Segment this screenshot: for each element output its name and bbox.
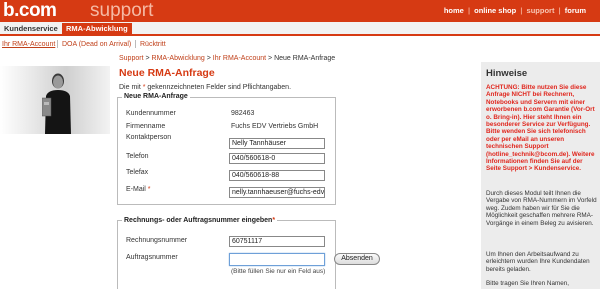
person-illustration bbox=[42, 73, 71, 134]
invoice-required-star: * bbox=[272, 217, 276, 224]
breadcrumb: Support > RMA-Abwicklung > Ihr RMA-Accou… bbox=[119, 55, 335, 62]
nav-online-shop-link[interactable]: online shop bbox=[474, 6, 516, 15]
nav-support-link[interactable]: support bbox=[527, 6, 555, 15]
breadcrumb-separator: > bbox=[204, 55, 213, 62]
telefax-label: Telefax bbox=[126, 169, 149, 176]
nav-separator: | bbox=[467, 6, 471, 15]
telefax-input[interactable]: 040/560618-88 bbox=[229, 170, 325, 181]
telefon-input[interactable]: 040/560618-0 bbox=[229, 153, 325, 164]
telefon-label: Telefon bbox=[126, 153, 149, 160]
subnav-doa-link[interactable]: DOA (Dead on Arrival) bbox=[62, 39, 131, 50]
email-label: E-Mail * bbox=[126, 186, 151, 193]
breadcrumb-support-link[interactable]: Support bbox=[119, 55, 144, 62]
page-title: Neue RMA-Anfrage bbox=[119, 67, 215, 79]
main-tab-bar: Kundenservice RMA-Abwicklung bbox=[0, 22, 600, 36]
nav-home-link[interactable]: home bbox=[444, 6, 464, 15]
new-rma-legend: Neue RMA-Anfrage bbox=[122, 93, 190, 100]
subnav-divider bbox=[135, 40, 136, 48]
hinweise-sidebar: Hinweise ACHTUNG: Bitte nutzen Sie diese… bbox=[481, 62, 600, 289]
absenden-button[interactable]: Absenden bbox=[334, 253, 380, 265]
subnav-ruecktritt-link[interactable]: Rücktritt bbox=[140, 39, 166, 50]
kundennummer-label: Kundennummer bbox=[126, 110, 176, 117]
subnav-rma-account-link[interactable]: Ihr RMA-Account bbox=[2, 39, 55, 50]
site-logo[interactable]: b.com bbox=[3, 0, 57, 22]
auftragsnummer-label: Auftragsnummer bbox=[126, 254, 178, 261]
rechnungsnummer-label: Rechnungsnummer bbox=[126, 237, 188, 244]
breadcrumb-rma-link[interactable]: RMA-Abwicklung bbox=[152, 55, 205, 62]
required-fields-hint: Die mit * gekennzeichneten Felder sind P… bbox=[119, 84, 291, 91]
breadcrumb-current: Neue RMA-Anfrage bbox=[274, 55, 336, 62]
kontaktperson-input[interactable]: Nelly Tannhäuser bbox=[229, 138, 325, 149]
single-field-hint: (Bitte füllen Sie nur ein Feld aus) bbox=[231, 268, 326, 275]
sidebar-info-text: Um Ihnen den Arbeitsaufwand zu erleichte… bbox=[486, 251, 590, 273]
sub-navigation: Ihr RMA-Account DOA (Dead on Arrival) Rü… bbox=[0, 38, 600, 50]
sidebar-info-text: Durch dieses Modul teilt Ihnen die Verga… bbox=[486, 190, 597, 227]
invoice-legend-text: Rechnungs- oder Auftragsnummer eingeben bbox=[124, 217, 273, 224]
email-required-star: * bbox=[147, 186, 151, 193]
tab-kundenservice[interactable]: Kundenservice bbox=[0, 23, 63, 36]
breadcrumb-account-link[interactable]: Ihr RMA-Account bbox=[213, 55, 266, 62]
sidebar-info-text: Bitte tragen Sie Ihren Namen, bbox=[486, 280, 569, 287]
nav-forum-link[interactable]: forum bbox=[565, 6, 586, 15]
tab-rma-abwicklung[interactable]: RMA-Abwicklung bbox=[62, 23, 132, 36]
kundennummer-value: 982463 bbox=[231, 110, 255, 117]
invoice-legend: Rechnungs- oder Auftragsnummer eingeben* bbox=[122, 217, 278, 224]
support-person-photo bbox=[0, 66, 110, 134]
email-label-text: E-Mail bbox=[126, 186, 146, 193]
firmenname-value: Fuchs EDV Vertriebs GmbH bbox=[231, 123, 319, 130]
sidebar-title: Hinweise bbox=[486, 68, 528, 79]
top-navigation: home | online shop | support | forum bbox=[444, 6, 586, 15]
required-hint-prefix: Die mit bbox=[119, 84, 143, 91]
required-hint-suffix: gekennzeichneten Felder sind Pflichtanga… bbox=[145, 84, 292, 91]
breadcrumb-separator: > bbox=[266, 55, 275, 62]
rechnungsnummer-input[interactable]: 60751117 bbox=[229, 236, 325, 247]
kontaktperson-label: Kontaktperson bbox=[126, 134, 172, 141]
email-input[interactable]: nelly.tannhaeuser@fuchs-edv bbox=[229, 187, 325, 198]
breadcrumb-separator: > bbox=[143, 55, 152, 62]
firmenname-label: Firmenname bbox=[126, 123, 166, 130]
auftragsnummer-input[interactable] bbox=[229, 253, 325, 266]
top-header: b.com support home | online shop | suppo… bbox=[0, 0, 600, 22]
nav-separator: | bbox=[558, 6, 561, 15]
subnav-divider bbox=[57, 40, 58, 48]
sidebar-warning-text: ACHTUNG: Bitte nutzen Sie diese Anfrage … bbox=[486, 84, 595, 173]
logo-support-text: support bbox=[90, 0, 154, 21]
nav-separator: | bbox=[520, 6, 523, 15]
